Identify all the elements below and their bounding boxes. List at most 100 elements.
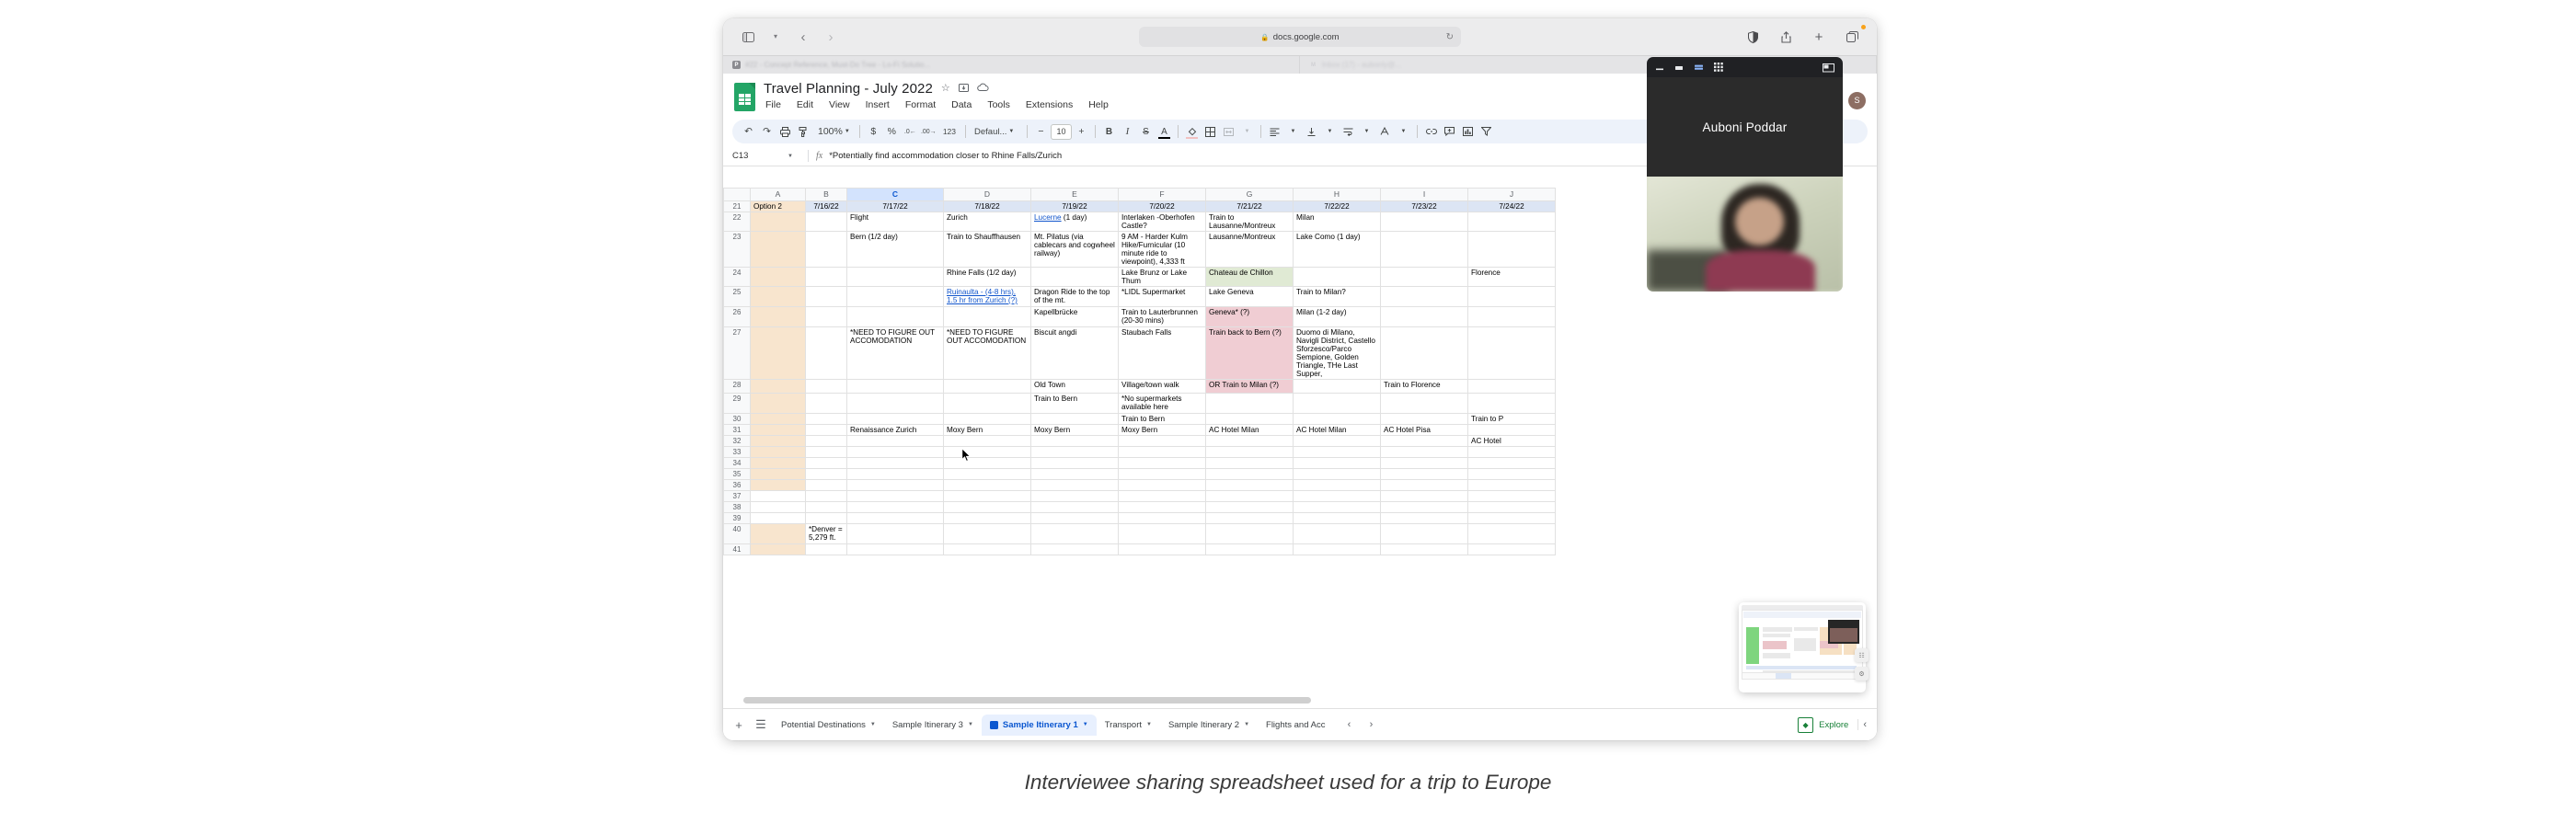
cell-I38[interactable] [1380,501,1468,513]
increase-decimal-button[interactable]: .00→ [920,123,937,141]
cell-B21[interactable]: 7/16/22 [805,200,847,212]
cell-H36[interactable] [1293,479,1381,491]
cell-E33[interactable] [1030,446,1119,458]
cell-E35[interactable] [1030,468,1119,480]
chart-icon[interactable] [1459,123,1477,141]
cell-C40[interactable] [846,523,944,544]
row-header-31[interactable]: 31 [723,424,751,436]
cell-B36[interactable] [805,479,847,491]
share-icon[interactable] [1774,27,1798,47]
cell-G35[interactable] [1205,468,1294,480]
cell-E32[interactable] [1030,435,1119,447]
cell-J41[interactable] [1467,543,1556,555]
text-color-button[interactable]: A [1156,123,1173,141]
chevron-down-icon[interactable]: ▼ [1146,722,1152,727]
cell-E24[interactable] [1030,267,1119,287]
next-chevron-icon[interactable]: › [1361,715,1381,735]
cell-H30[interactable] [1293,413,1381,425]
cell-F28[interactable]: Village/town walk [1118,379,1206,394]
cell-B23[interactable] [805,231,847,268]
cell-B38[interactable] [805,501,847,513]
cell-C33[interactable] [846,446,944,458]
cell-F40[interactable] [1118,523,1206,544]
screen-share-preview-thumbnail[interactable] [1739,602,1866,692]
cell-I40[interactable] [1380,523,1468,544]
cell-C37[interactable] [846,490,944,502]
column-header-A[interactable]: A [750,188,806,201]
cell-G40[interactable] [1205,523,1294,544]
cell-F37[interactable] [1118,490,1206,502]
cell-G37[interactable] [1205,490,1294,502]
collapse-chevron-icon[interactable]: ‹ [1857,719,1871,730]
undo-icon[interactable]: ↶ [740,123,757,141]
cell-H29[interactable] [1293,393,1381,414]
cell-F30[interactable]: Train to Bern [1118,413,1206,425]
cell-I23[interactable] [1380,231,1468,268]
chevron-down-icon[interactable]: ▼ [1083,722,1088,727]
column-header-B[interactable]: B [805,188,847,201]
cell-J34[interactable] [1467,457,1556,469]
cell-D34[interactable] [943,457,1031,469]
cell-G28[interactable]: OR Train to Milan (?) [1205,379,1294,394]
text-wrap-dropdown-icon[interactable]: ▼ [1358,123,1375,141]
cell-E41[interactable] [1030,543,1119,555]
horizontal-align-dropdown-icon[interactable]: ▼ [1284,123,1302,141]
horizontal-align-icon[interactable] [1266,123,1283,141]
cell-G32[interactable] [1205,435,1294,447]
vertical-align-icon[interactable] [1303,123,1320,141]
cell-H25[interactable]: Train to Milan? [1293,286,1381,307]
cell-D38[interactable] [943,501,1031,513]
chevron-down-icon[interactable]: ▼ [1244,722,1249,727]
cell-C26[interactable] [846,306,944,327]
cell-J33[interactable] [1467,446,1556,458]
cell-F35[interactable] [1118,468,1206,480]
cell-G21[interactable]: 7/21/22 [1205,200,1294,212]
cell-C32[interactable] [846,435,944,447]
cell-J22[interactable] [1467,212,1556,232]
cell-D35[interactable] [943,468,1031,480]
cell-D40[interactable] [943,523,1031,544]
cell-E34[interactable] [1030,457,1119,469]
cell-E25[interactable]: Dragon Ride to the top of the mt. [1030,286,1119,307]
cell-I27[interactable] [1380,326,1468,380]
cell-H35[interactable] [1293,468,1381,480]
cell-A30[interactable] [750,413,806,425]
menu-help[interactable]: Help [1087,98,1110,111]
add-sheet-icon[interactable]: + [729,715,749,735]
row-header-41[interactable]: 41 [723,543,751,555]
cloud-saved-icon[interactable] [977,83,989,95]
cell-I28[interactable]: Train to Florence [1380,379,1468,394]
cell-C22[interactable]: Flight [846,212,944,232]
cell-I33[interactable] [1380,446,1468,458]
menu-edit[interactable]: Edit [795,98,815,111]
participant-video-feed[interactable] [1647,177,1843,292]
cell-F27[interactable]: Staubach Falls [1118,326,1206,380]
cell-C29[interactable] [846,393,944,414]
move-to-folder-icon[interactable] [958,83,969,95]
sidebar-dropdown-icon[interactable]: ▾ [764,27,788,47]
cell-C30[interactable] [846,413,944,425]
row-header-37[interactable]: 37 [723,490,751,502]
cell-I32[interactable] [1380,435,1468,447]
cell-H32[interactable] [1293,435,1381,447]
cell-I25[interactable] [1380,286,1468,307]
cell-B25[interactable] [805,286,847,307]
row-header-35[interactable]: 35 [723,468,751,480]
cell-D25[interactable]: Ruinaulta - (4-8 hrs), 1.5 hr from Zuric… [943,286,1031,307]
decrease-font-size-button[interactable]: − [1032,123,1050,141]
cell-G22[interactable]: Train to Lausanne/Montreux [1205,212,1294,232]
menu-extensions[interactable]: Extensions [1024,98,1075,111]
cell-D33[interactable] [943,446,1031,458]
row-header-23[interactable]: 23 [723,231,751,268]
cell-J38[interactable] [1467,501,1556,513]
cell-H38[interactable] [1293,501,1381,513]
row-header-38[interactable]: 38 [723,501,751,513]
sheet-tab-flights-and-acc[interactable]: Flights and Acc [1258,715,1333,736]
cell-D29[interactable] [943,393,1031,414]
float-action-icon-2[interactable]: ⚙ [1855,667,1869,681]
cell-I34[interactable] [1380,457,1468,469]
cell-F38[interactable] [1118,501,1206,513]
text-wrap-icon[interactable] [1340,123,1357,141]
cell-E22[interactable]: Lucerne (1 day) [1030,212,1119,232]
cell-H27[interactable]: Duomo di Milano, Navigli District, Caste… [1293,326,1381,380]
